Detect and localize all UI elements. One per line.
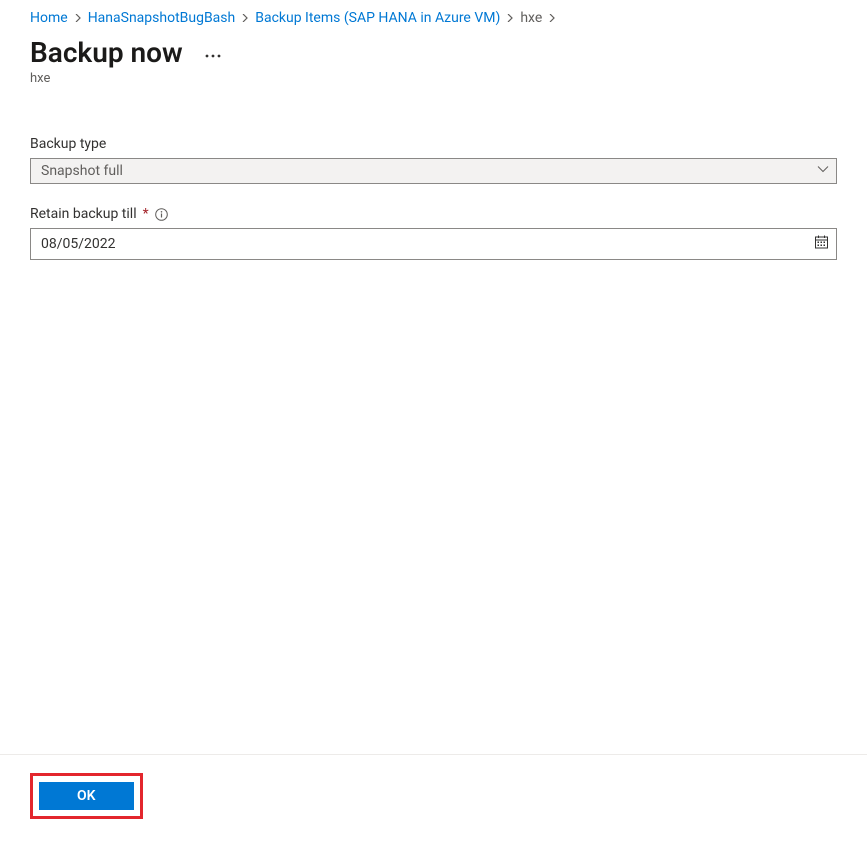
page-header: Backup now (0, 26, 867, 69)
breadcrumb-link-vault[interactable]: HanaSnapshotBugBash (88, 10, 236, 26)
breadcrumb: Home HanaSnapshotBugBash Backup Items (S… (0, 0, 867, 26)
ok-button-highlight: OK (30, 773, 143, 819)
chevron-right-icon (506, 11, 514, 25)
backup-type-value: Snapshot full (41, 163, 123, 179)
breadcrumb-link-home[interactable]: Home (30, 10, 68, 26)
calendar-icon[interactable] (814, 235, 829, 254)
retain-till-group: Retain backup till * (30, 206, 837, 260)
info-icon[interactable] (155, 207, 169, 221)
breadcrumb-current: hxe (520, 10, 542, 26)
retain-till-label: Retain backup till (30, 206, 137, 222)
required-indicator: * (143, 206, 149, 222)
ellipsis-icon (205, 54, 221, 58)
backup-type-label: Backup type (30, 136, 106, 152)
ok-button[interactable]: OK (39, 782, 134, 810)
chevron-right-icon (241, 11, 249, 25)
retain-till-input[interactable] (30, 228, 837, 260)
chevron-right-icon (74, 11, 82, 25)
page-title: Backup now (30, 36, 183, 69)
chevron-right-icon (548, 11, 556, 25)
backup-type-group: Backup type Snapshot full (30, 136, 837, 184)
page-subtitle: hxe (0, 71, 867, 86)
breadcrumb-link-backup-items[interactable]: Backup Items (SAP HANA in Azure VM) (255, 10, 500, 26)
footer: OK (0, 754, 867, 847)
chevron-down-icon (817, 163, 829, 179)
form-area: Backup type Snapshot full Retain backup … (0, 86, 867, 754)
backup-type-select[interactable]: Snapshot full (30, 158, 837, 184)
more-actions-button[interactable] (201, 41, 225, 65)
